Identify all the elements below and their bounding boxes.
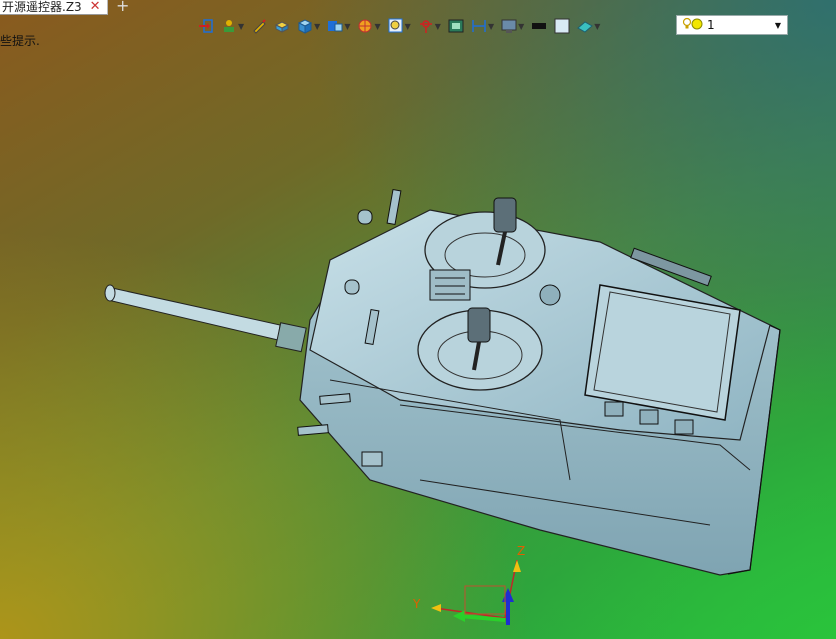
button-2[interactable] bbox=[639, 409, 659, 425]
shaded-cube-button[interactable]: ▼ bbox=[295, 15, 322, 37]
measure-button[interactable]: ▼ bbox=[469, 15, 496, 37]
close-icon[interactable]: ✕ bbox=[90, 0, 101, 14]
monitor-button[interactable]: ▼ bbox=[499, 15, 526, 37]
surface-button[interactable]: ▼ bbox=[575, 15, 602, 37]
chevron-down-icon[interactable]: ▼ bbox=[374, 22, 380, 31]
shaded-cube-icon bbox=[297, 18, 313, 34]
screen-button[interactable] bbox=[446, 15, 466, 37]
antenna bbox=[104, 284, 307, 353]
chevron-down-icon[interactable]: ▼ bbox=[314, 22, 320, 31]
exit-sketch-icon bbox=[198, 18, 214, 34]
white-swatch-icon bbox=[554, 18, 570, 34]
document-tab[interactable]: 开源遥控器.Z3 ✕ bbox=[0, 0, 108, 15]
screen-icon bbox=[448, 18, 464, 34]
chevron-down-icon[interactable]: ▼ bbox=[344, 22, 350, 31]
right-stick[interactable] bbox=[467, 307, 491, 343]
pencil-icon bbox=[251, 18, 267, 34]
chevron-down-icon[interactable]: ▼ bbox=[435, 22, 441, 31]
center-knob[interactable] bbox=[539, 284, 561, 306]
chevron-down-icon[interactable]: ▼ bbox=[775, 21, 781, 30]
display-mode-button[interactable]: ▼ bbox=[219, 15, 246, 37]
surface-icon bbox=[577, 18, 594, 34]
monitor-icon bbox=[501, 18, 517, 34]
add-tab-button[interactable]: + bbox=[116, 0, 129, 15]
pin-icon bbox=[418, 18, 434, 34]
knob-1[interactable] bbox=[357, 209, 373, 225]
display-mode-icon bbox=[221, 18, 237, 34]
layer-box-button[interactable] bbox=[272, 15, 292, 37]
pencil-button[interactable] bbox=[249, 15, 269, 37]
port bbox=[361, 451, 383, 467]
center-panel bbox=[429, 269, 471, 301]
document-tab-title: 开源遥控器.Z3 bbox=[2, 0, 82, 14]
chevron-down-icon[interactable]: ▼ bbox=[405, 22, 411, 31]
layer-select[interactable]: 1 ▼ bbox=[676, 15, 788, 35]
y-axis-label: Y bbox=[412, 597, 421, 611]
left-stick[interactable] bbox=[493, 197, 517, 233]
color-wheel-button[interactable]: ▼ bbox=[355, 15, 382, 37]
chevron-down-icon[interactable]: ▼ bbox=[488, 22, 494, 31]
layer-value: 1 bbox=[707, 18, 715, 32]
axis-triad: Z Y bbox=[412, 544, 525, 625]
chevron-down-icon[interactable]: ▼ bbox=[518, 22, 524, 31]
knob-2[interactable] bbox=[344, 279, 360, 295]
pin-button[interactable]: ▼ bbox=[416, 15, 443, 37]
view-cube-icon bbox=[327, 18, 343, 34]
z-axis-label: Z bbox=[517, 544, 525, 558]
black-swatch-button[interactable] bbox=[529, 15, 549, 37]
exit-sketch-button[interactable] bbox=[196, 15, 216, 37]
button-3[interactable] bbox=[674, 419, 694, 435]
white-swatch-button[interactable] bbox=[552, 15, 572, 37]
switch-1[interactable] bbox=[386, 188, 402, 226]
chevron-down-icon[interactable]: ▼ bbox=[594, 22, 600, 31]
view-toolbar: ▼ ▼ ▼ ▼ ▼ ▼ ▼ ▼ ▼ bbox=[196, 14, 602, 38]
layer-box-icon bbox=[274, 18, 290, 34]
color-wheel-icon bbox=[357, 18, 373, 34]
black-swatch-icon bbox=[531, 18, 547, 34]
zoom-icon bbox=[388, 18, 404, 34]
measure-icon bbox=[471, 18, 487, 34]
hint-text: 些提示. bbox=[0, 34, 40, 48]
zoom-button[interactable]: ▼ bbox=[386, 15, 413, 37]
view-cube-button[interactable]: ▼ bbox=[325, 15, 352, 37]
switch-4[interactable] bbox=[297, 424, 329, 436]
chevron-down-icon[interactable]: ▼ bbox=[238, 22, 244, 31]
lightbulb-icon bbox=[682, 17, 704, 34]
remote-controller-model[interactable] bbox=[100, 180, 800, 600]
button-1[interactable] bbox=[604, 401, 624, 417]
